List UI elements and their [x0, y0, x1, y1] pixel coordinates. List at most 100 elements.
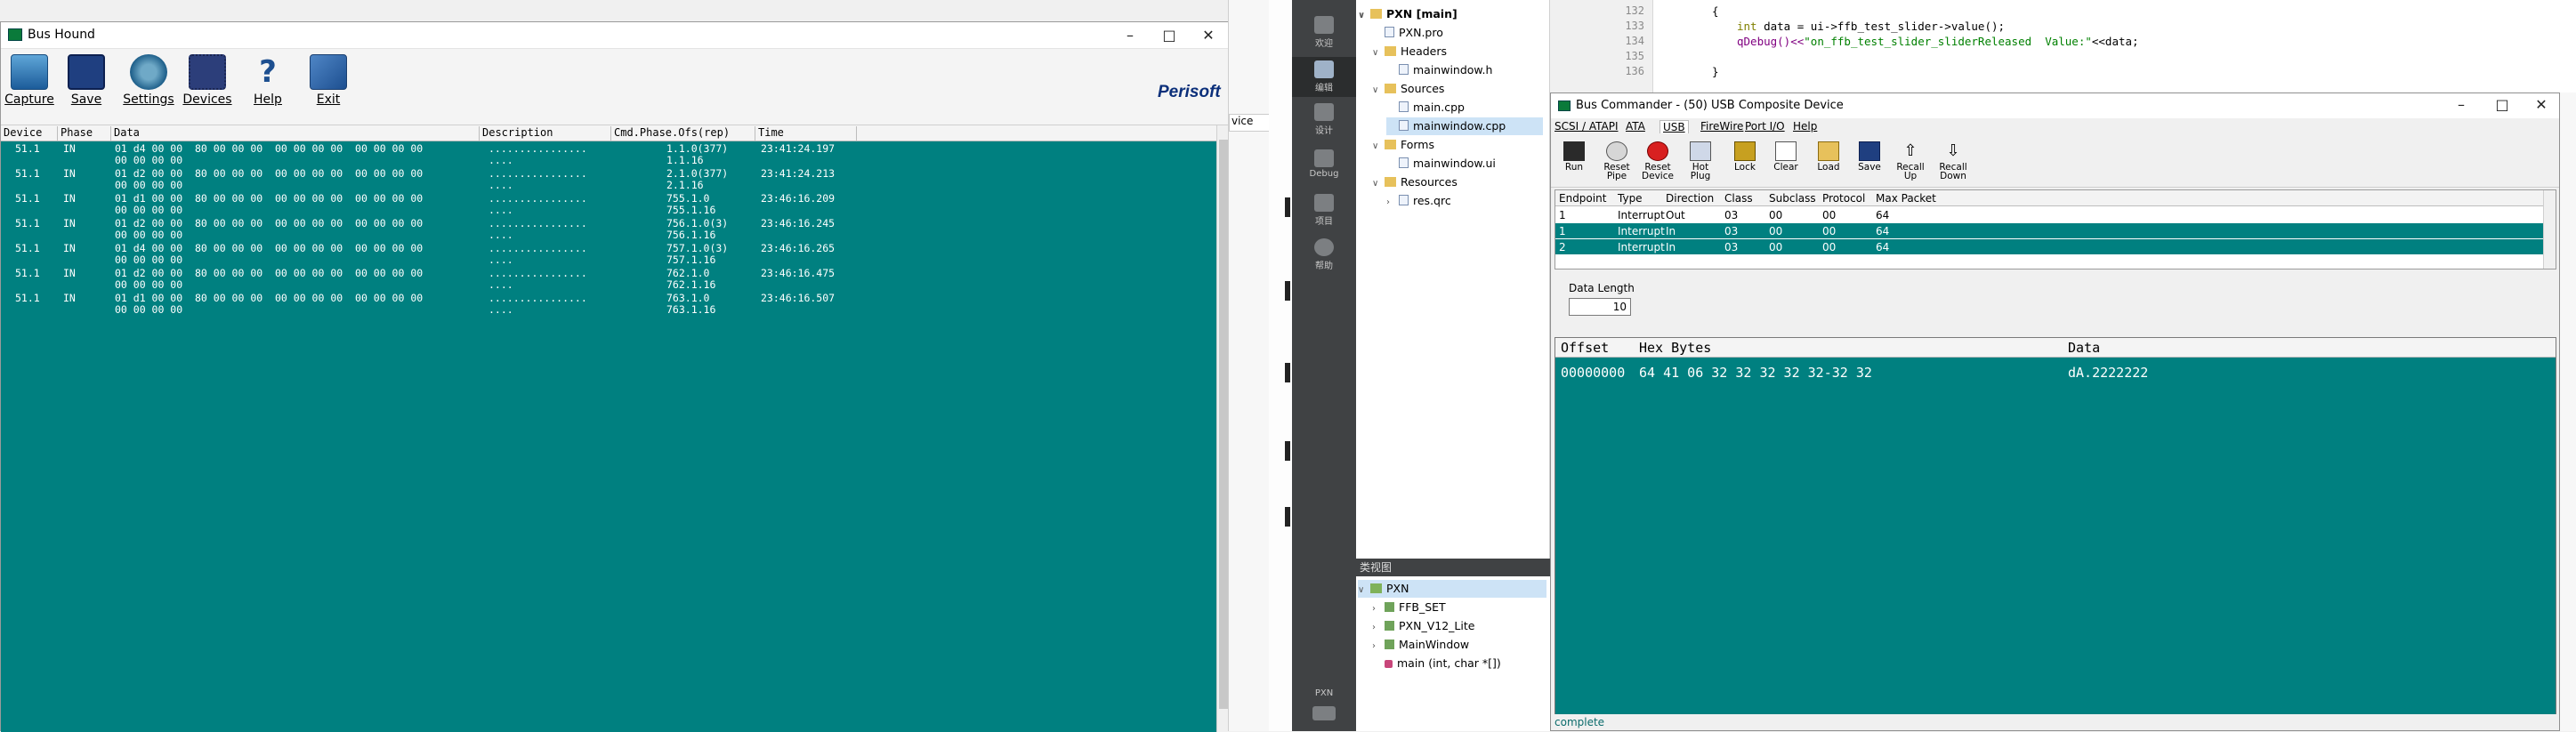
- hex-output[interactable]: Offset Hex Bytes Data 00000000 64 41 06 …: [1554, 337, 2556, 720]
- help-button[interactable]: ? Help: [239, 54, 296, 122]
- mode-design[interactable]: 设计: [1292, 103, 1356, 136]
- col-class[interactable]: Class: [1724, 190, 1753, 206]
- class-item-mainwindow[interactable]: › MainWindow: [1372, 636, 1469, 654]
- endpoint-cell: 03: [1724, 209, 1739, 221]
- tree-item-main-cpp[interactable]: main.cpp: [1386, 99, 1465, 117]
- minimize-button[interactable]: –: [1110, 22, 1151, 49]
- tree-root-project[interactable]: ∨ PXN [main]: [1358, 5, 1458, 23]
- col-direction[interactable]: Direction: [1666, 190, 1714, 206]
- exit-button[interactable]: Exit: [300, 54, 357, 122]
- tab-ata[interactable]: ATA: [1626, 120, 1645, 133]
- cell-phase: IN: [63, 167, 76, 180]
- minimize-button[interactable]: –: [2441, 93, 2482, 118]
- tree-item-headers[interactable]: ∨ Headers: [1372, 43, 1447, 60]
- tree-item-resources[interactable]: ∨ Resources: [1372, 173, 1458, 191]
- class-view-header: 类视图: [1356, 559, 1550, 576]
- capture-button[interactable]: Capture: [1, 54, 58, 122]
- endpoint-cell: 00: [1822, 209, 1837, 221]
- tab-scsi-atapi[interactable]: SCSI / ATAPI: [1554, 120, 1618, 133]
- col-cmd-phase-ofs[interactable]: Cmd.Phase.Ofs(rep): [611, 126, 755, 141]
- save-button[interactable]: Save: [58, 54, 115, 122]
- tree-item-sources[interactable]: ∨ Sources: [1372, 80, 1444, 98]
- clear-button[interactable]: Clear: [1766, 141, 1805, 186]
- hex-header: Offset Hex Bytes Data: [1555, 338, 2556, 358]
- col-max-packet[interactable]: Max Packet: [1876, 190, 1936, 206]
- col-description[interactable]: Description: [480, 126, 611, 141]
- class-item-ffb-set[interactable]: › FFB_SET: [1372, 599, 1446, 616]
- cell-phase: IN: [63, 267, 76, 279]
- data-length-input[interactable]: 10: [1569, 298, 1631, 316]
- capture-row[interactable]: 51.1 IN 01 d1 00 00 80 00 00 00 00 00 00 0…: [1, 293, 1216, 318]
- editor-right-scrollbar[interactable]: [2560, 93, 2576, 731]
- col-endpoint[interactable]: Endpoint: [1559, 190, 1606, 206]
- col-phase[interactable]: Phase: [58, 126, 111, 141]
- maximize-button[interactable]: □: [1149, 22, 1190, 49]
- hot-plug-button[interactable]: Hot Plug: [1681, 141, 1720, 186]
- kit-selector[interactable]: [1292, 706, 1356, 722]
- help-circle-icon: [1314, 238, 1334, 256]
- close-button[interactable]: ✕: [1188, 22, 1229, 49]
- capture-row[interactable]: 51.1 IN 01 d2 00 00 80 00 00 00 00 00 00 0…: [1, 168, 1216, 193]
- tree-item-mainwindow-ui[interactable]: mainwindow.ui: [1386, 155, 1496, 173]
- recall-down-button[interactable]: ⇩ Recall Down: [1934, 141, 1973, 186]
- maximize-button[interactable]: □: [2482, 93, 2523, 118]
- class-item-main-function[interactable]: main (int, char *[]): [1372, 655, 1501, 672]
- tree-item-res-qrc[interactable]: › res.qrc: [1386, 192, 1451, 210]
- col-time[interactable]: Time: [755, 126, 857, 141]
- line-number: 133: [1625, 20, 1644, 32]
- reset-pipe-button[interactable]: Reset Pipe: [1597, 141, 1636, 186]
- col-subclass[interactable]: Subclass: [1769, 190, 1816, 206]
- endpoint-scrollbar[interactable]: [2543, 190, 2556, 269]
- bus-commander-toolbar: Run Reset Pipe Reset Device Hot Plug Lock …: [1551, 136, 2559, 188]
- mode-projects[interactable]: 项目: [1292, 194, 1356, 227]
- endpoint-cell: Interrupt: [1618, 225, 1665, 237]
- reset-device-button[interactable]: Reset Device: [1638, 141, 1677, 186]
- tab-port-io[interactable]: Port I/O: [1745, 120, 1785, 133]
- cell-phase: IN: [63, 217, 76, 229]
- mode-debug[interactable]: Debug: [1292, 149, 1356, 179]
- mode-edit[interactable]: 编辑: [1292, 57, 1356, 97]
- save-button[interactable]: Save: [1850, 141, 1889, 186]
- floppy-icon: [1859, 141, 1880, 161]
- endpoint-row[interactable]: 1 Interrupt Out 03 00 00 64: [1555, 207, 2543, 222]
- cell-description-cont: ....: [489, 303, 513, 316]
- run-button[interactable]: Run: [1554, 141, 1594, 186]
- capture-list[interactable]: 51.1 IN 01 d4 00 00 80 00 00 00 00 00 00 0…: [1, 141, 1216, 732]
- col-type[interactable]: Type: [1618, 190, 1643, 206]
- bus-commander-tabs: SCSI / ATAPI ATA USB FireWire Port I/O H…: [1551, 118, 2559, 136]
- endpoint-row[interactable]: 1 Interrupt In 03 00 00 64: [1555, 223, 2543, 238]
- col-device[interactable]: Device: [1, 126, 58, 141]
- col-offset: Offset: [1561, 340, 1610, 356]
- tree-item-forms[interactable]: ∨ Forms: [1372, 136, 1434, 154]
- resource-file-icon: [1399, 195, 1409, 205]
- mode-welcome[interactable]: 欢迎: [1292, 16, 1356, 49]
- endpoint-row[interactable]: 2 Interrupt In 03 00 00 64: [1555, 239, 2543, 254]
- capture-scrollbar[interactable]: [1216, 125, 1229, 732]
- capture-row[interactable]: 51.1 IN 01 d2 00 00 80 00 00 00 00 00 00 0…: [1, 268, 1216, 293]
- tab-help[interactable]: Help: [1793, 120, 1817, 133]
- close-button[interactable]: ✕: [2521, 93, 2562, 118]
- class-item-pxn-v12-lite[interactable]: › PXN_V12_Lite: [1372, 617, 1474, 635]
- endpoint-cell: 03: [1724, 225, 1739, 237]
- lock-button[interactable]: Lock: [1725, 141, 1764, 186]
- recall-up-button[interactable]: ⇧ Recall Up: [1891, 141, 1930, 186]
- tab-firewire[interactable]: FireWire: [1700, 120, 1743, 133]
- capture-row[interactable]: 51.1 IN 01 d4 00 00 80 00 00 00 00 00 00 0…: [1, 243, 1216, 268]
- tree-item-pro[interactable]: PXN.pro: [1372, 24, 1443, 42]
- mode-help[interactable]: 帮助: [1292, 238, 1356, 271]
- settings-button[interactable]: Settings: [120, 54, 177, 122]
- devices-button[interactable]: Devices: [179, 54, 236, 122]
- cell-device: 51.1: [15, 242, 40, 254]
- class-root[interactable]: ∨ PXN: [1358, 580, 1546, 598]
- cell-cmd-phase-cont: 755.1.16: [666, 204, 716, 216]
- tree-item-mainwindow-h[interactable]: mainwindow.h: [1386, 61, 1492, 79]
- file-icon: [1385, 27, 1394, 37]
- capture-row[interactable]: 51.1 IN 01 d4 00 00 80 00 00 00 00 00 00 0…: [1, 143, 1216, 168]
- col-data[interactable]: Data: [111, 126, 480, 141]
- capture-row[interactable]: 51.1 IN 01 d2 00 00 80 00 00 00 00 00 00 0…: [1, 218, 1216, 243]
- tab-usb[interactable]: USB: [1659, 120, 1689, 133]
- capture-row[interactable]: 51.1 IN 01 d1 00 00 80 00 00 00 00 00 00 0…: [1, 193, 1216, 218]
- col-protocol[interactable]: Protocol: [1822, 190, 1865, 206]
- load-button[interactable]: Load: [1809, 141, 1848, 186]
- tree-item-mainwindow-cpp[interactable]: mainwindow.cpp: [1386, 117, 1543, 135]
